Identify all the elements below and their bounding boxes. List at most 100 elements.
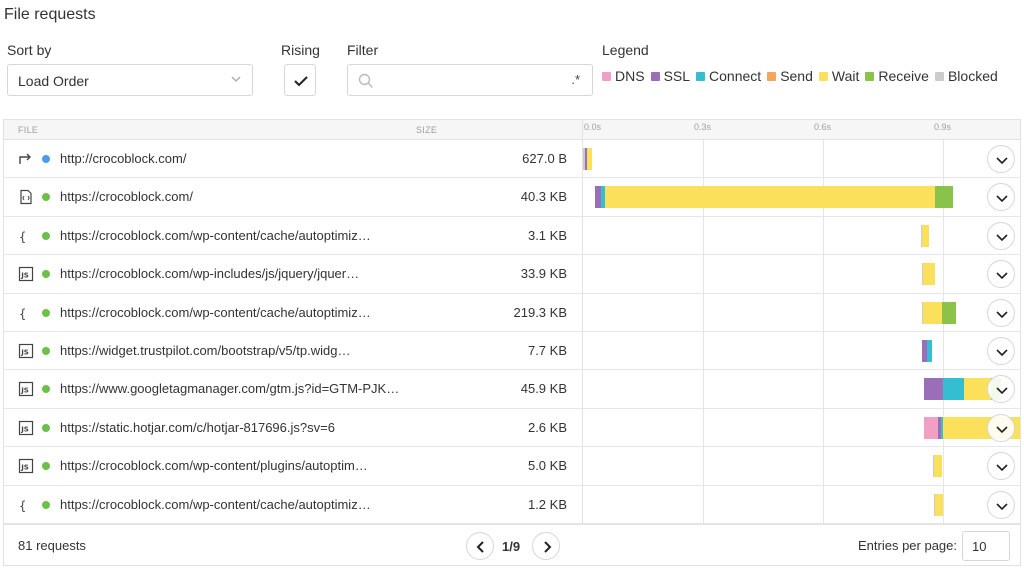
expand-row-button[interactable]: [987, 490, 1015, 519]
legend: DNS SSL Connect Send Wait Receive Blocked: [602, 68, 1004, 84]
waterfall-bar: [583, 255, 1020, 293]
page-title: File requests: [4, 6, 96, 23]
request-size: 40.3 KB: [520, 189, 567, 205]
request-size: 7.7 KB: [527, 343, 567, 358]
waterfall-bar: [583, 294, 1020, 332]
expand-row-button[interactable]: [987, 145, 1015, 173]
js-file-icon: JS: [18, 381, 34, 397]
js-file-icon: JS: [18, 266, 34, 282]
request-size: 1.2 KB: [527, 496, 567, 512]
legend-label: Blocked: [947, 68, 998, 84]
legend-label: Legend: [602, 42, 649, 58]
request-url: https://crocoblock.com/: [60, 189, 193, 205]
table-row[interactable]: JS https://widget.trustpilot.com/bootstra…: [4, 332, 1020, 371]
request-size: 2.6 KB: [527, 419, 567, 435]
search-icon: [358, 73, 373, 88]
status-dot: [42, 270, 50, 279]
js-file-icon: JS: [18, 420, 34, 436]
timing-segment-wait: [934, 455, 943, 478]
expand-row-button[interactable]: [987, 298, 1015, 327]
checkmark-icon: [294, 76, 308, 87]
status-dot: [42, 155, 50, 163]
expand-row-button[interactable]: [987, 260, 1015, 289]
waterfall-bar: [583, 409, 1020, 447]
expand-row-button[interactable]: [987, 452, 1015, 481]
entries-per-page-label: Entries per page:: [858, 538, 958, 553]
svg-text:JS: JS: [20, 387, 29, 395]
table-row[interactable]: JS https://crocoblock.com/wp-includes/js/…: [4, 255, 1020, 294]
legend-label: Connect: [709, 68, 762, 84]
svg-text:JS: JS: [20, 425, 29, 433]
expand-row-button[interactable]: [987, 221, 1015, 250]
table-row[interactable]: { } https://crocoblock.com/wp-content/cac…: [4, 294, 1020, 332]
chevron-down-icon: [996, 157, 1008, 165]
request-size: 5.0 KB: [527, 458, 567, 474]
col-size-header: SIZE: [416, 125, 438, 135]
table-row[interactable]: { } https://crocoblock.com/wp-content/cac…: [4, 217, 1020, 256]
status-dot: [42, 347, 50, 355]
request-url: https://crocoblock.com/wp-content/cache/…: [60, 304, 371, 320]
timeline-tick-label: 0.0s: [584, 122, 602, 132]
chevron-right-icon: [544, 541, 552, 553]
request-size: 3.1 KB: [527, 227, 567, 243]
legend-label: DNS: [615, 68, 645, 84]
file-requests-table: FILE SIZE 0.0s 0.3s 0.6s 0.9s http://crocob…: [3, 119, 1021, 566]
json-file-icon: { }: [18, 305, 41, 321]
col-file-header: FILE: [18, 125, 39, 135]
legend-swatch: [865, 71, 875, 81]
sort-select[interactable]: Load Order: [7, 64, 253, 96]
html-file-icon: [18, 189, 34, 205]
expand-row-button[interactable]: [987, 413, 1015, 442]
regex-toggle[interactable]: .*: [571, 72, 580, 87]
status-dot: [42, 193, 50, 202]
waterfall-bar: [583, 178, 1020, 216]
filter-input[interactable]: .*: [347, 64, 593, 96]
table-row[interactable]: https://crocoblock.com/40.3 KB: [4, 178, 1020, 217]
timing-segment-wait: [587, 148, 592, 170]
legend-label: SSL: [663, 68, 691, 84]
prev-page-button[interactable]: [466, 532, 494, 560]
timing-segment-wait: [922, 224, 929, 247]
waterfall-bar: [583, 217, 1020, 255]
expand-row-button[interactable]: [987, 337, 1015, 365]
filter-label: Filter: [347, 42, 379, 58]
sort-value: Load Order: [18, 73, 89, 89]
svg-text:{ }: { }: [19, 230, 34, 244]
table-header: FILE SIZE 0.0s 0.3s 0.6s 0.9s: [4, 120, 1020, 140]
next-page-button[interactable]: [532, 532, 560, 560]
redirect-icon: [18, 151, 34, 167]
chevron-down-icon: [996, 464, 1008, 472]
chevron-down-icon: [996, 387, 1008, 395]
table-row[interactable]: JS https://www.googletagmanager.com/gtm.j…: [4, 370, 1020, 409]
request-url: https://crocoblock.com/wp-content/plugin…: [60, 458, 368, 474]
waterfall-bar: [583, 486, 1020, 524]
table-row[interactable]: JS https://static.hotjar.com/c/hotjar-817…: [4, 409, 1020, 448]
timeline-tick-label: 0.6s: [814, 122, 832, 132]
entries-per-page-input[interactable]: 10: [962, 531, 1010, 561]
legend-item-receive: Receive: [865, 68, 929, 84]
timing-segment-wait: [935, 493, 943, 516]
rising-checkbox[interactable]: [284, 64, 316, 96]
table-row[interactable]: http://crocoblock.com/627.0 B: [4, 140, 1020, 179]
request-size: 45.9 KB: [520, 381, 567, 397]
table-row[interactable]: JS https://crocoblock.com/wp-content/plug…: [4, 447, 1020, 486]
timing-segment-wait: [605, 186, 935, 209]
legend-swatch: [767, 71, 777, 81]
status-dot: [42, 500, 50, 509]
svg-text:JS: JS: [20, 349, 29, 357]
timing-segment-ssl: [923, 378, 943, 401]
legend-item-ssl: SSL: [650, 68, 691, 84]
request-size: 219.3 KB: [513, 304, 568, 320]
chevron-down-icon: [996, 234, 1008, 241]
js-file-icon: JS: [18, 458, 34, 474]
timeline-tick-label: 0.3s: [694, 122, 712, 132]
page-indicator: 1/9: [502, 539, 521, 554]
chevron-down-icon: [996, 503, 1008, 510]
legend-item-connect: Connect: [696, 68, 761, 84]
waterfall-bar: [583, 447, 1020, 485]
request-url: https://crocoblock.com/wp-includes/js/jq…: [60, 266, 360, 282]
legend-label: Wait: [831, 68, 860, 84]
chevron-down-icon: [996, 272, 1008, 280]
legend-swatch: [602, 71, 611, 81]
table-row[interactable]: { } https://crocoblock.com/wp-content/cac…: [4, 486, 1020, 524]
